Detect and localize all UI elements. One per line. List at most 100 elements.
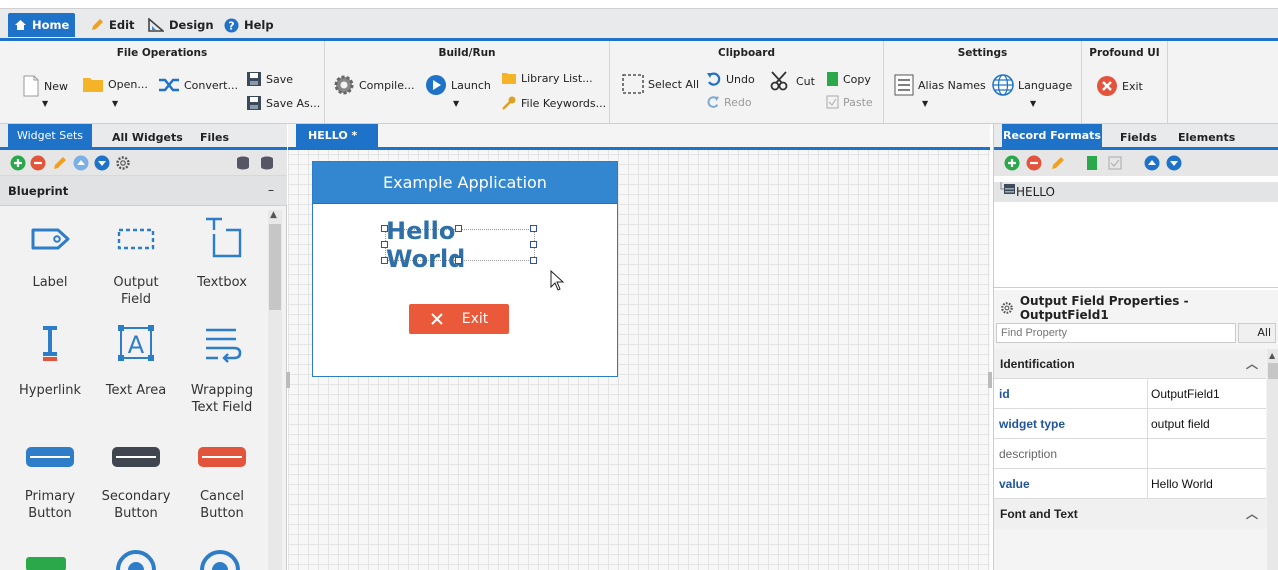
- app-window-title: Example Application: [313, 162, 617, 204]
- collapse-section-icon[interactable]: ︿: [1246, 505, 1258, 522]
- font-text-section[interactable]: Font and Text ︿: [994, 499, 1266, 529]
- copy-icon[interactable]: [1086, 155, 1098, 171]
- tab-record-formats[interactable]: Record Formats: [1002, 124, 1102, 147]
- record-format-item[interactable]: HELLO: [994, 182, 1278, 202]
- widget-scrollbar[interactable]: ▲: [268, 210, 282, 570]
- collapse-icon[interactable]: –: [268, 183, 274, 197]
- open-button[interactable]: Open...: [82, 75, 148, 93]
- remove-icon[interactable]: [30, 155, 46, 171]
- textbox-icon: [206, 217, 242, 258]
- cut-button[interactable]: Cut: [770, 71, 815, 91]
- widget-name: Text Area: [105, 383, 167, 398]
- language-button[interactable]: Language: [992, 74, 1072, 96]
- move-up-icon[interactable]: [73, 155, 89, 171]
- launch-button[interactable]: Launch: [425, 74, 491, 96]
- compile-button[interactable]: Compile...: [333, 74, 414, 96]
- file-keywords-button[interactable]: File Keywords...: [501, 95, 606, 111]
- widget-primary-button[interactable]: Primary Button: [8, 442, 92, 522]
- database-icon[interactable]: [236, 156, 252, 170]
- splitter-handle[interactable]: [988, 372, 992, 388]
- close-circle-icon: [1097, 76, 1117, 96]
- property-row-description[interactable]: description: [994, 439, 1266, 469]
- convert-button[interactable]: Convert...: [158, 77, 238, 93]
- copy-button[interactable]: Copy: [826, 71, 871, 87]
- pencil-icon[interactable]: [52, 155, 68, 171]
- undo-button[interactable]: Undo: [706, 71, 755, 87]
- splitter-handle[interactable]: [286, 372, 290, 388]
- paste-icon[interactable]: [1108, 155, 1122, 171]
- chevron-down-icon[interactable]: ▼: [453, 99, 459, 108]
- tab-edit[interactable]: Edit: [84, 13, 141, 37]
- resize-handle[interactable]: [455, 257, 462, 264]
- group-title: Clipboard: [718, 47, 775, 59]
- all-filter-button[interactable]: All: [1238, 323, 1276, 343]
- tab-files[interactable]: Files: [200, 129, 229, 146]
- remove-icon[interactable]: [1026, 155, 1042, 171]
- tab-design[interactable]: Design: [142, 13, 220, 37]
- tab-help[interactable]: ? Help: [218, 13, 280, 37]
- tab-home[interactable]: Home: [8, 13, 76, 37]
- property-value[interactable]: OutputField1: [1151, 387, 1220, 401]
- resize-handle[interactable]: [455, 225, 462, 232]
- property-row-value[interactable]: value Hello World: [994, 469, 1266, 499]
- scroll-up-icon[interactable]: ▲: [270, 210, 277, 220]
- widget-secondary-button[interactable]: Secondary Button: [94, 442, 178, 522]
- chevron-down-icon[interactable]: ▼: [112, 99, 118, 108]
- property-row-widget-type[interactable]: widget type output field: [994, 409, 1266, 439]
- widget-label[interactable]: Label: [8, 216, 92, 291]
- widget-output-field[interactable]: Output Field: [94, 216, 178, 308]
- find-property-input[interactable]: [996, 323, 1236, 343]
- move-down-icon[interactable]: [1166, 155, 1182, 171]
- collapse-section-icon[interactable]: ︿: [1246, 355, 1258, 372]
- tab-label: Edit: [109, 18, 135, 32]
- chevron-down-icon[interactable]: ▼: [1030, 99, 1036, 108]
- home-icon: [15, 20, 26, 30]
- identification-section[interactable]: Identification ︿: [994, 349, 1266, 379]
- gear-icon[interactable]: [115, 155, 131, 171]
- property-value[interactable]: Hello World: [1151, 477, 1213, 491]
- widget-hyperlink[interactable]: Hyperlink: [8, 322, 92, 399]
- resize-handle[interactable]: [381, 225, 388, 232]
- resize-handle[interactable]: [530, 257, 537, 264]
- blueprint-section-header[interactable]: Blueprint –: [0, 176, 287, 206]
- move-down-icon[interactable]: [94, 155, 110, 171]
- widget-cancel-button[interactable]: Cancel Button: [180, 442, 264, 522]
- example-app-window[interactable]: Example Application Hello World Exit: [312, 161, 618, 377]
- add-icon[interactable]: [1004, 155, 1020, 171]
- tab-all-widgets[interactable]: All Widgets: [112, 129, 183, 146]
- scroll-up-icon[interactable]: ▲: [1269, 351, 1275, 360]
- database-save-icon[interactable]: [260, 156, 276, 170]
- widget-textbox[interactable]: Textbox: [180, 216, 264, 291]
- tab-widget-sets[interactable]: Widget Sets: [8, 124, 92, 147]
- chevron-down-icon[interactable]: ▼: [42, 99, 48, 108]
- widget-text-area[interactable]: A Text Area: [94, 322, 178, 399]
- resize-handle[interactable]: [381, 241, 388, 248]
- resize-handle[interactable]: [381, 257, 388, 264]
- pencil-icon[interactable]: [1050, 155, 1066, 171]
- paste-button[interactable]: Paste: [826, 95, 873, 109]
- property-row-id[interactable]: id OutputField1: [994, 379, 1266, 409]
- move-up-icon[interactable]: [1144, 155, 1160, 171]
- tab-hello-document[interactable]: HELLO *: [296, 124, 378, 147]
- select-all-icon: [622, 74, 644, 94]
- resize-handle[interactable]: [530, 225, 537, 232]
- select-all-button[interactable]: Select All: [622, 74, 699, 94]
- exit-ribbon-button[interactable]: Exit: [1096, 75, 1143, 97]
- library-list-button[interactable]: Library List...: [501, 71, 593, 85]
- save-button[interactable]: Save: [246, 71, 293, 87]
- alias-names-button[interactable]: Alias Names: [894, 74, 986, 96]
- scrollbar-thumb[interactable]: [1268, 363, 1278, 379]
- scrollbar-thumb[interactable]: [269, 224, 281, 310]
- redo-button[interactable]: Redo: [706, 95, 752, 109]
- add-icon[interactable]: [10, 155, 26, 171]
- tab-elements[interactable]: Elements: [1178, 129, 1235, 146]
- exit-button[interactable]: Exit: [409, 304, 509, 334]
- new-button[interactable]: New: [22, 75, 68, 97]
- tab-fields[interactable]: Fields: [1120, 129, 1157, 146]
- properties-scrollbar[interactable]: ▲: [1267, 349, 1278, 570]
- save-as-button[interactable]: Save As...: [246, 95, 320, 111]
- resize-handle[interactable]: [530, 241, 537, 248]
- property-value[interactable]: output field: [1151, 417, 1210, 431]
- widget-wrapping-text-field[interactable]: Wrapping Text Field: [180, 322, 264, 416]
- chevron-down-icon[interactable]: ▼: [922, 99, 928, 108]
